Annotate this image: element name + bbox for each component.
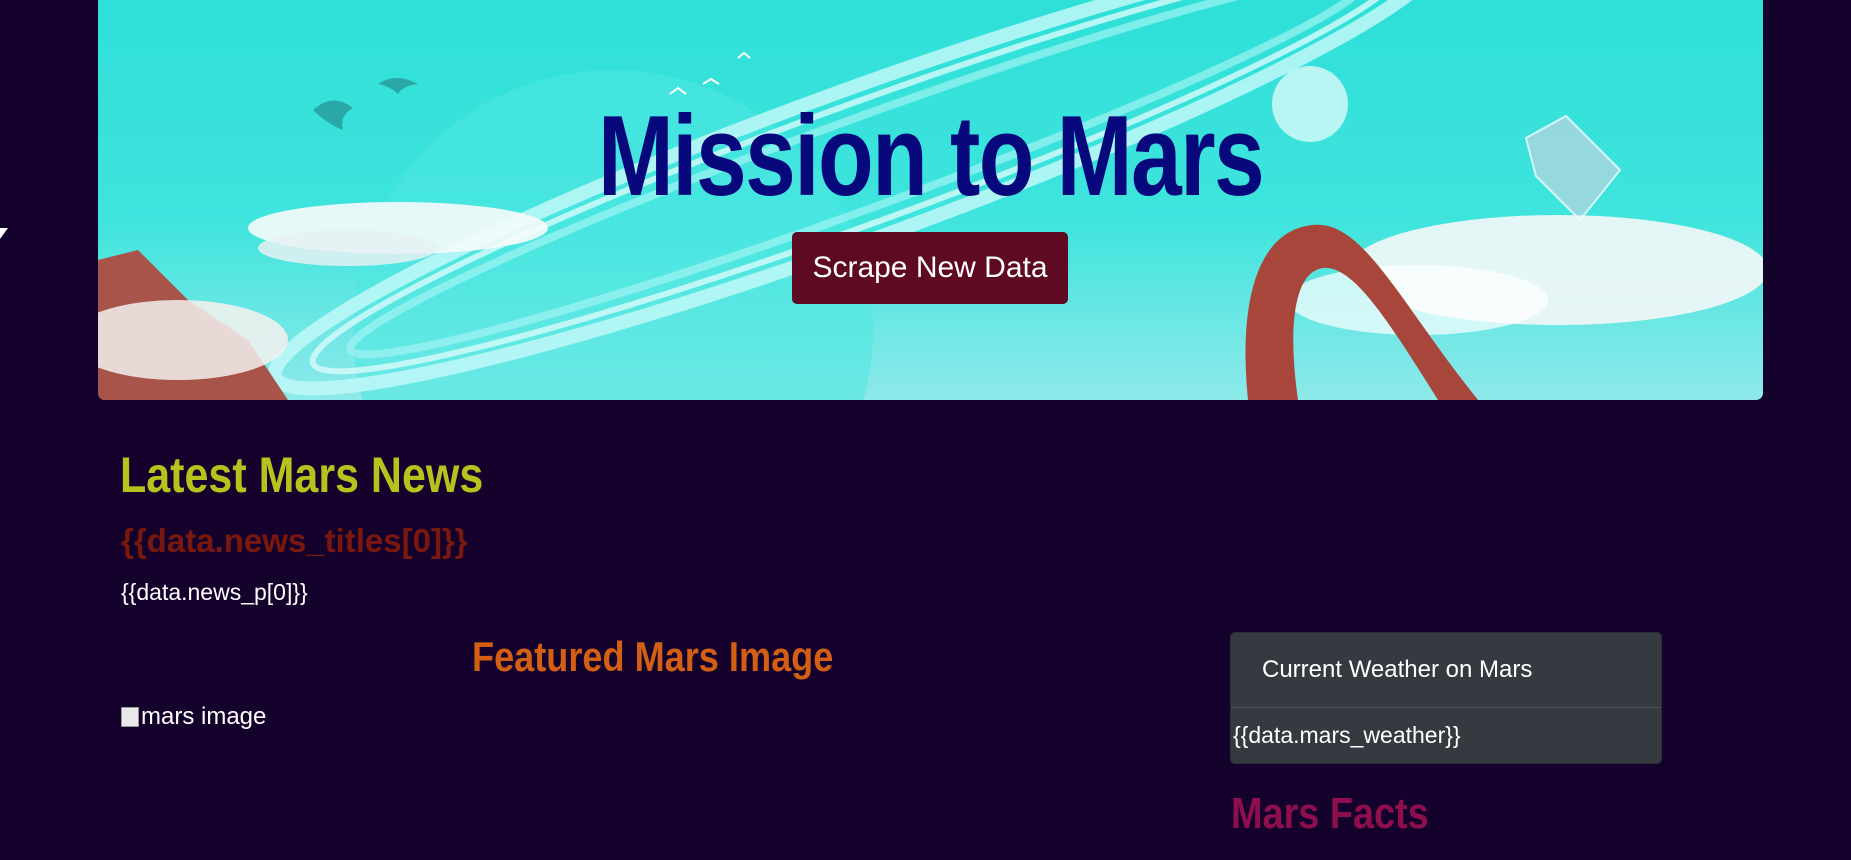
image-alt-text: mars image — [141, 703, 267, 730]
mars-facts-table — [1231, 852, 1491, 860]
featured-mars-image: mars image — [121, 699, 266, 735]
weather-card-title: Current Weather on Mars — [1231, 633, 1661, 708]
scrape-new-data-button[interactable]: Scrape New Data — [792, 232, 1068, 304]
mars-facts-heading: Mars Facts — [1231, 789, 1429, 838]
hero-banner: Mission to Mars Scrape New Data — [98, 0, 1763, 400]
featured-image-heading: Featured Mars Image — [472, 633, 834, 680]
broken-image-icon — [121, 707, 139, 727]
news-paragraph: {{data.news_p[0]}} — [121, 579, 308, 605]
page-title: Mission to Mars — [597, 93, 1265, 220]
bird-silhouette — [702, 77, 720, 85]
latest-news-heading: Latest Mars News — [120, 447, 484, 503]
mouse-cursor-icon — [0, 228, 8, 239]
news-title: {{data.news_titles[0]}} — [121, 522, 468, 559]
cloud — [258, 230, 438, 266]
weather-value: {{data.mars_weather}} — [1233, 722, 1461, 748]
weather-card: Current Weather on Mars {{data.mars_weat… — [1230, 632, 1662, 764]
bird-silhouette — [737, 51, 751, 59]
